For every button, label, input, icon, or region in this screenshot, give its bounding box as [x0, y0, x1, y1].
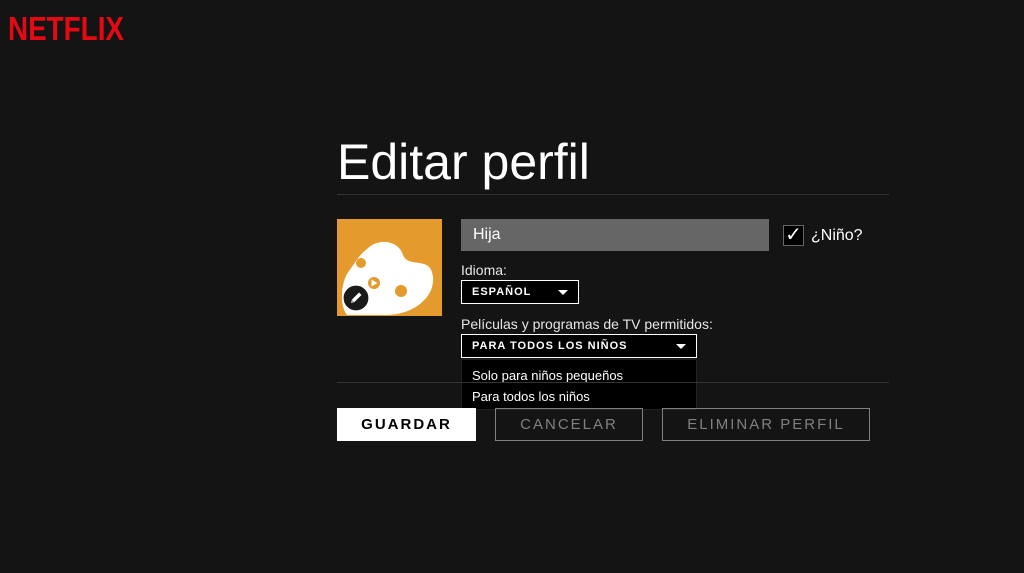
delete-profile-button[interactable]: ELIMINAR PERFIL [662, 408, 870, 441]
pencil-icon[interactable] [342, 284, 370, 312]
netflix-logo[interactable]: NETFLIX [8, 10, 126, 46]
kid-checkbox[interactable]: ✓ [783, 225, 804, 246]
caret-down-icon [676, 344, 686, 349]
logo-wordmark: NETFLIX [8, 10, 124, 46]
maturity-label: Películas y programas de TV permitidos: [461, 316, 713, 332]
language-select[interactable]: ESPAÑOL [461, 280, 579, 304]
edit-profile-page: NETFLIX Editar perfil ✓ ¿Niño? Idioma: [0, 0, 1024, 573]
cancel-button[interactable]: CANCELAR [495, 408, 643, 441]
profile-avatar[interactable] [337, 219, 442, 316]
caret-down-icon [558, 290, 568, 295]
page-title: Editar perfil [337, 134, 590, 190]
divider-top [337, 194, 889, 195]
maturity-select-value: PARA TODOS LOS NIÑOS [472, 340, 628, 352]
kid-checkbox-group[interactable]: ✓ ¿Niño? [783, 224, 863, 247]
language-label: Idioma: [461, 262, 507, 278]
maturity-select[interactable]: PARA TODOS LOS NIÑOS [461, 334, 697, 358]
maturity-option-all-kids[interactable]: Para todos los niños [462, 386, 696, 407]
save-button[interactable]: GUARDAR [337, 408, 476, 441]
divider-bottom [337, 382, 889, 383]
kid-checkbox-label[interactable]: ¿Niño? [811, 227, 863, 245]
maturity-dropdown-menu: Solo para niños pequeños Para todos los … [461, 359, 697, 410]
profile-name-input[interactable] [461, 219, 769, 251]
language-select-value: ESPAÑOL [472, 286, 532, 298]
